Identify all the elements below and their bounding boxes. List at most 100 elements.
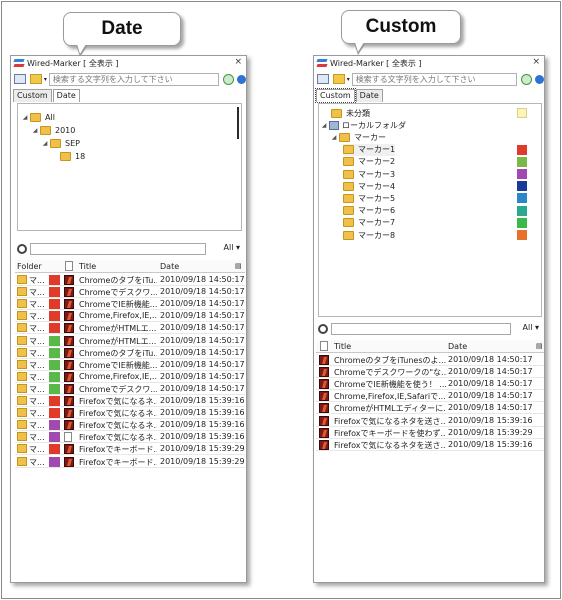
tree-item-8[interactable]: マーカー6 xyxy=(343,205,395,217)
table-row[interactable]: マ... Firefoxで気になるネ... 2010/09/18 15:39:16 xyxy=(15,419,245,432)
sidebar-view-icon[interactable] xyxy=(317,74,329,84)
tab-date[interactable]: Date xyxy=(52,89,80,102)
table-row[interactable]: ChromeがHTMLエディターに... 2010/09/18 14:50:17 xyxy=(316,402,544,415)
tree-item-9[interactable]: マーカー7 xyxy=(343,217,395,229)
table-row[interactable]: マ... Chromeでデスクワ... 2010/09/18 14:50:17 xyxy=(15,383,245,395)
table-row[interactable]: マ... ChromeのタブをiTu... 2010/09/18 14:50:17 xyxy=(15,347,245,359)
tab-custom[interactable]: Custom xyxy=(315,88,356,103)
table-row[interactable]: マ... ChromeでIE新機能... 2010/09/18 14:50:17 xyxy=(15,298,245,311)
marker-color-swatch xyxy=(49,444,60,455)
date-callout-label: Date xyxy=(101,18,143,39)
left-filter-input[interactable] xyxy=(30,243,206,255)
folder-icon xyxy=(17,299,27,309)
right-filter-all-dropdown[interactable]: All ▾ xyxy=(523,323,539,332)
type-column-icon[interactable] xyxy=(65,261,73,271)
row-title: ChromeのタブをiTunesのよ... xyxy=(334,356,446,365)
table-row[interactable]: Firefoxで気になるネタを送さ... 2010/09/18 15:39:16 xyxy=(316,439,544,451)
tree-label: マーカー8 xyxy=(358,230,396,240)
row-title: ChromeでIE新機能を使う！ ... xyxy=(334,380,446,390)
marker-color-swatch xyxy=(49,275,60,285)
tree-label: SEP xyxy=(65,138,80,148)
table-row[interactable]: Firefoxで気になるネタを送さ... 2010/09/18 15:39:16 xyxy=(316,415,544,427)
table-row[interactable]: ChromeでIE新機能を使う！ ... 2010/09/18 14:50:17 xyxy=(316,378,544,391)
collapse-icon[interactable]: ◢ xyxy=(42,140,48,147)
table-row[interactable]: マ... Firefoxで気になるネ... 2010/09/18 15:39:16 xyxy=(15,431,245,444)
tree-item-18[interactable]: 18 xyxy=(60,150,85,162)
collapse-icon[interactable]: ◢ xyxy=(321,122,327,129)
tree-item-5[interactable]: マーカー3 xyxy=(343,168,395,180)
firefox-icon xyxy=(64,420,74,431)
type-column-icon[interactable] xyxy=(320,341,328,351)
marker-color-swatch xyxy=(49,323,60,334)
right-titlebar: Wired-Marker [ 全表示 ] × xyxy=(314,56,544,70)
tab-custom[interactable]: Custom xyxy=(13,89,52,102)
table-row[interactable]: マ... ChromeがHTMLエ... 2010/09/18 14:50:17 xyxy=(15,335,245,347)
tree-item-7[interactable]: マーカー5 xyxy=(343,192,395,204)
right-close-button[interactable]: × xyxy=(532,57,540,67)
sidebar-view-icon[interactable] xyxy=(14,74,26,84)
table-row[interactable]: マ... Firefoxで気になるネ... 2010/09/18 15:39:16 xyxy=(15,395,245,407)
table-row[interactable]: Chromeでデスクワークの"な... 2010/09/18 14:50:17 xyxy=(316,366,544,379)
collapse-icon[interactable]: ◢ xyxy=(32,127,38,134)
collapse-icon[interactable]: ◢ xyxy=(331,134,337,141)
column-title[interactable]: Title xyxy=(334,342,351,351)
table-row[interactable]: マ... ChromeのタブをiTu... 2010/09/18 14:50:17 xyxy=(15,274,245,286)
collapse-icon[interactable]: ◢ xyxy=(22,114,28,121)
marker-color-swatch xyxy=(517,169,527,179)
tree-item-sep[interactable]: ◢ SEP xyxy=(42,137,80,149)
right-search-input[interactable]: 検索する文字列を入力して下さい xyxy=(351,72,518,86)
refresh-icon[interactable] xyxy=(521,73,533,85)
tree-item-1[interactable]: ◢ ローカルフォルダ xyxy=(321,119,406,131)
table-row[interactable]: マ... Firefoxで気になるネ... 2010/09/18 15:39:16 xyxy=(15,407,245,420)
table-row[interactable]: マ... ChromeでIE新機能... 2010/09/18 14:50:17 xyxy=(15,359,245,371)
left-search-input[interactable]: 検索する文字列を入力して下さい xyxy=(48,72,220,86)
refresh-icon[interactable] xyxy=(223,73,235,85)
table-row[interactable]: マ... ChromeがHTMLエ... 2010/09/18 14:50:17 xyxy=(15,322,245,335)
tree-label: マーカー xyxy=(354,132,386,142)
table-row[interactable]: マ... Firefoxでキーボード... 2010/09/18 15:39:29 xyxy=(15,443,245,456)
table-row[interactable]: ChromeのタブをiTunesのよ... 2010/09/18 14:50:17 xyxy=(316,354,544,366)
left-filter-all-dropdown[interactable]: All ▾ xyxy=(224,243,240,252)
table-row[interactable]: マ... Chromeでデスクワ... 2010/09/18 14:50:17 xyxy=(15,286,245,299)
dropdown-arrow-icon[interactable]: ▾ xyxy=(347,76,350,83)
tree-item-2[interactable]: ◢ マーカー xyxy=(331,131,386,143)
column-picker-icon[interactable]: ▤ xyxy=(536,342,543,350)
right-filter-bar: All ▾ xyxy=(318,322,542,336)
row-title: ChromeでIE新機能... xyxy=(79,300,157,310)
folder-menu-icon[interactable] xyxy=(29,74,42,84)
table-row[interactable]: マ... Chrome,Firefox,IE,... 2010/09/18 14:5… xyxy=(15,371,245,383)
right-filter-input[interactable] xyxy=(331,323,511,335)
row-title: Chromeでデスクワ... xyxy=(79,384,157,394)
tree-item-10[interactable]: マーカー8 xyxy=(343,229,395,241)
folder-icon xyxy=(343,157,354,167)
marker-color-swatch xyxy=(49,383,60,394)
column-picker-icon[interactable]: ▤ xyxy=(235,262,242,270)
info-icon[interactable] xyxy=(535,74,544,84)
tree-item-3[interactable]: マーカー1 xyxy=(343,143,396,156)
left-close-button[interactable]: × xyxy=(234,57,242,67)
column-folder[interactable]: Folder xyxy=(17,262,42,271)
tree-scrollbar[interactable] xyxy=(237,107,239,139)
table-row[interactable]: マ... Firefoxでキーボード... 2010/09/18 15:39:29 xyxy=(15,456,245,468)
tree-item-all[interactable]: ◢ All xyxy=(22,111,55,123)
row-title: ChromeのタブをiTu... xyxy=(79,276,157,285)
dropdown-arrow-icon[interactable]: ▾ xyxy=(44,76,47,83)
column-date[interactable]: Date xyxy=(160,262,179,271)
tree-item-6[interactable]: マーカー4 xyxy=(343,180,395,192)
table-row[interactable]: マ... Chrome,Firefox,IE,... 2010/09/18 14:5… xyxy=(15,310,245,323)
column-title[interactable]: Title xyxy=(79,262,96,271)
tree-item-4[interactable]: マーカー2 xyxy=(343,156,395,168)
firefox-icon xyxy=(64,456,74,467)
tree-item-0[interactable]: 未分類 xyxy=(331,107,370,119)
firefox-icon xyxy=(319,355,329,365)
info-icon[interactable] xyxy=(237,74,246,84)
column-date[interactable]: Date xyxy=(448,342,467,351)
tab-date[interactable]: Date xyxy=(355,89,383,102)
table-row[interactable]: Chrome,Firefox,IE,Safariで... 2010/09/18 1… xyxy=(316,390,544,403)
folder-menu-icon[interactable] xyxy=(332,74,345,84)
row-date: 2010/09/18 14:50:17 xyxy=(160,275,245,284)
table-row[interactable]: Firefoxでキーボードを使わず... 2010/09/18 15:39:29 xyxy=(316,427,544,439)
row-date: 2010/09/18 15:39:16 xyxy=(160,420,245,430)
tree-item-2010[interactable]: ◢ 2010 xyxy=(32,124,75,136)
firefox-icon xyxy=(64,347,74,358)
